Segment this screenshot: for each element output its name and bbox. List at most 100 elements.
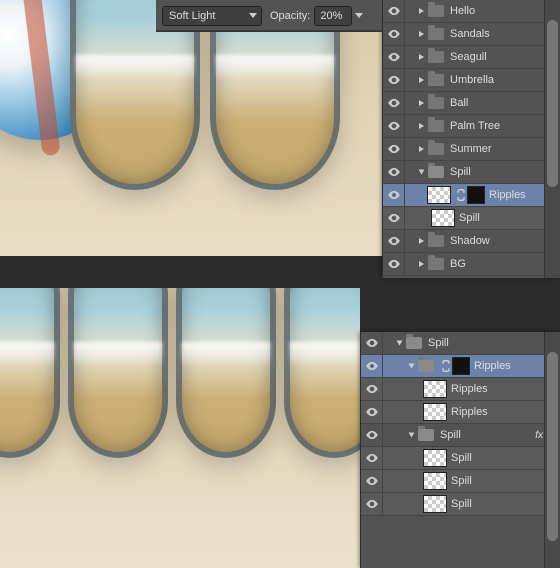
layer-name[interactable]: Ripples xyxy=(451,406,488,418)
layer-row[interactable]: Shadow xyxy=(383,230,560,253)
layer-name[interactable]: Ripples xyxy=(474,360,511,372)
layer-name[interactable]: BG xyxy=(450,258,466,270)
layer-row[interactable]: Spillfx xyxy=(361,424,560,447)
folder-icon xyxy=(428,258,444,270)
disclosure-triangle-icon[interactable] xyxy=(419,238,424,244)
layer-row[interactable]: Summer xyxy=(383,138,560,161)
visibility-toggle[interactable] xyxy=(383,115,405,138)
layer-name[interactable]: Spill xyxy=(450,166,471,178)
visibility-toggle[interactable] xyxy=(383,46,405,69)
visibility-toggle[interactable] xyxy=(383,184,405,207)
canvas-top[interactable] xyxy=(0,0,382,256)
layer-thumb[interactable] xyxy=(423,472,447,490)
disclosure-triangle-icon[interactable] xyxy=(409,433,415,438)
layer-row[interactable]: Ripples xyxy=(361,355,560,378)
layer-name[interactable]: Summer xyxy=(450,143,492,155)
layer-name[interactable]: Spill xyxy=(451,498,472,510)
scrollbar[interactable] xyxy=(544,332,560,568)
visibility-toggle[interactable] xyxy=(361,493,383,516)
layer-name[interactable]: Ripples xyxy=(451,383,488,395)
layer-row[interactable]: Spill xyxy=(361,447,560,470)
visibility-toggle[interactable] xyxy=(361,332,383,355)
layer-row[interactable]: Spill xyxy=(383,161,560,184)
layer-name[interactable]: Hello xyxy=(450,5,475,17)
scrollbar[interactable] xyxy=(544,0,560,278)
disclosure-triangle-icon[interactable] xyxy=(419,54,424,60)
visibility-toggle[interactable] xyxy=(383,207,405,230)
disclosure-triangle-icon[interactable] xyxy=(419,100,424,106)
visibility-toggle[interactable] xyxy=(383,253,405,276)
visibility-toggle[interactable] xyxy=(383,0,405,23)
visibility-toggle[interactable] xyxy=(383,69,405,92)
layer-thumb[interactable] xyxy=(431,209,455,227)
disclosure-triangle-icon[interactable] xyxy=(419,8,424,14)
options-bar: Soft Light Opacity: 20% xyxy=(156,0,382,32)
opacity-value: 20% xyxy=(320,10,342,22)
eye-icon xyxy=(365,336,379,350)
layer-row[interactable]: Ripples xyxy=(361,378,560,401)
folder-icon xyxy=(428,166,444,178)
disclosure-triangle-icon[interactable] xyxy=(419,123,424,129)
disclosure-triangle-icon[interactable] xyxy=(409,364,415,369)
visibility-toggle[interactable] xyxy=(361,470,383,493)
canvas-bottom[interactable] xyxy=(0,288,360,568)
layer-row[interactable]: Spill xyxy=(361,470,560,493)
layer-thumb[interactable] xyxy=(423,449,447,467)
layer-thumb[interactable] xyxy=(423,495,447,513)
blend-mode-select[interactable]: Soft Light xyxy=(162,6,262,26)
visibility-toggle[interactable] xyxy=(383,161,405,184)
visibility-toggle[interactable] xyxy=(383,230,405,253)
visibility-toggle[interactable] xyxy=(361,447,383,470)
disclosure-triangle-icon[interactable] xyxy=(419,170,425,175)
layer-name[interactable]: Spill xyxy=(440,429,461,441)
blend-mode-value: Soft Light xyxy=(169,10,215,22)
layer-name[interactable]: Shadow xyxy=(450,235,490,247)
layer-row[interactable]: Spill xyxy=(361,493,560,516)
eye-icon xyxy=(365,405,379,419)
layer-name[interactable]: Umbrella xyxy=(450,74,494,86)
opacity-flyout-icon[interactable] xyxy=(355,13,363,18)
scrollbar-thumb[interactable] xyxy=(547,352,558,541)
visibility-toggle[interactable] xyxy=(361,424,383,447)
disclosure-triangle-icon[interactable] xyxy=(419,261,424,267)
layer-name[interactable]: Spill xyxy=(428,337,449,349)
layer-name[interactable]: Ball xyxy=(450,97,468,109)
layer-row[interactable]: Ripples xyxy=(361,401,560,424)
layer-name[interactable]: Spill xyxy=(451,475,472,487)
visibility-toggle[interactable] xyxy=(383,92,405,115)
visibility-toggle[interactable] xyxy=(361,401,383,424)
layer-name[interactable]: Palm Tree xyxy=(450,120,500,132)
layer-row[interactable]: Ball xyxy=(383,92,560,115)
layer-name[interactable]: Spill xyxy=(459,212,480,224)
visibility-toggle[interactable] xyxy=(361,378,383,401)
disclosure-triangle-icon[interactable] xyxy=(397,341,403,346)
visibility-toggle[interactable] xyxy=(383,23,405,46)
layer-thumb[interactable] xyxy=(423,403,447,421)
layer-row[interactable]: Spill xyxy=(361,332,560,355)
folder-icon xyxy=(428,97,444,109)
opacity-field[interactable]: 20% xyxy=(314,6,352,26)
layer-mask-thumb[interactable] xyxy=(452,357,470,375)
layer-row[interactable]: Palm Tree xyxy=(383,115,560,138)
disclosure-triangle-icon[interactable] xyxy=(419,77,424,83)
layer-row[interactable]: Sandals xyxy=(383,23,560,46)
layer-name[interactable]: Seagull xyxy=(450,51,487,63)
layers-panel-bottom: SpillRipplesRipplesRipplesSpillfxSpillSp… xyxy=(360,332,560,568)
layer-row[interactable]: Hello xyxy=(383,0,560,23)
scrollbar-thumb[interactable] xyxy=(547,20,558,187)
layer-thumb[interactable] xyxy=(423,380,447,398)
layer-row[interactable]: Spill xyxy=(383,207,560,230)
layer-name[interactable]: Ripples xyxy=(489,189,526,201)
layer-name[interactable]: Spill xyxy=(451,452,472,464)
layer-row[interactable]: BG xyxy=(383,253,560,276)
layer-thumb[interactable] xyxy=(427,186,451,204)
disclosure-triangle-icon[interactable] xyxy=(419,31,424,37)
layer-mask-thumb[interactable] xyxy=(467,186,485,204)
visibility-toggle[interactable] xyxy=(361,355,383,378)
visibility-toggle[interactable] xyxy=(383,138,405,161)
layer-row[interactable]: Umbrella xyxy=(383,69,560,92)
layer-row[interactable]: Seagull xyxy=(383,46,560,69)
layer-name[interactable]: Sandals xyxy=(450,28,490,40)
disclosure-triangle-icon[interactable] xyxy=(419,146,424,152)
layer-row[interactable]: Ripples xyxy=(383,184,560,207)
